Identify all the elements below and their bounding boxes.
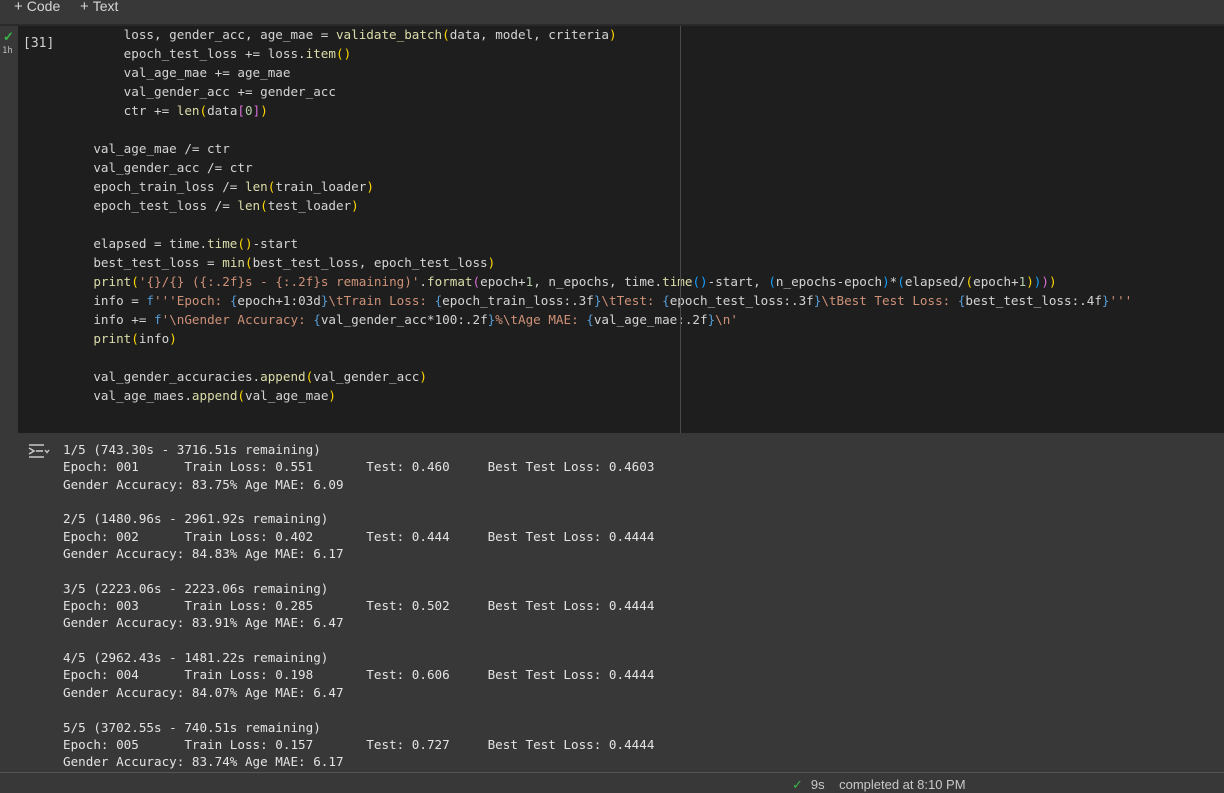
code-line: elapsed = time.time()-start	[63, 236, 299, 251]
run-success-check-icon: ✓	[3, 29, 14, 44]
code-line: best_test_loss = min(best_test_loss, epo…	[63, 255, 496, 270]
ruler-line	[680, 26, 681, 433]
output-line: 3/5 (2223.06s - 2223.06s remaining)	[63, 581, 329, 596]
code-line: val_gender_acc += gender_acc	[63, 84, 336, 99]
code-line: val_gender_accuracies.append(val_gender_…	[63, 369, 427, 384]
code-line: info += f'\nGender Accuracy: {val_gender…	[63, 312, 738, 327]
code-line: val_age_mae += age_mae	[63, 65, 291, 80]
code-editor[interactable]: loss, gender_acc, age_mae = validate_bat…	[18, 26, 1224, 433]
output-toggle-icon[interactable]	[28, 442, 50, 460]
output-line: Gender Accuracy: 83.91% Age MAE: 6.47	[63, 615, 344, 630]
add-code-label: Code	[26, 0, 61, 14]
output-line: 1/5 (743.30s - 3716.51s remaining)	[63, 442, 321, 457]
code-line: val_age_maes.append(val_age_mae)	[63, 388, 336, 403]
plus-icon: +	[80, 0, 89, 15]
code-line: val_gender_acc /= ctr	[63, 160, 253, 175]
run-cell-button[interactable]: [31]	[23, 36, 54, 51]
output-line: 2/5 (1480.96s - 2961.92s remaining)	[63, 511, 329, 526]
output-line: Gender Accuracy: 83.75% Age MAE: 6.09	[63, 477, 344, 492]
status-divider	[0, 772, 1224, 773]
code-line: info = f'''Epoch: {epoch+1:03d}\tTrain L…	[63, 293, 1133, 308]
output-line: Gender Accuracy: 84.07% Age MAE: 6.47	[63, 685, 344, 700]
code-line: epoch_test_loss /= len(test_loader)	[63, 198, 359, 213]
plus-icon: +	[14, 0, 23, 15]
code-line: print('{}/{} ({:.2f}s - {:.2f}s remainin…	[93, 274, 1057, 289]
output-line: 4/5 (2962.43s - 1481.22s remaining)	[63, 650, 329, 665]
status-duration: 9s	[810, 777, 825, 792]
add-text-button[interactable]: + Text	[80, 0, 118, 15]
add-text-label: Text	[92, 0, 119, 14]
status-check-icon: ✓	[792, 777, 803, 792]
execution-time: 1h	[2, 46, 13, 56]
output-line: 5/5 (3702.55s - 740.51s remaining)	[63, 720, 321, 735]
add-code-button[interactable]: + Code	[14, 0, 60, 15]
output-line: Gender Accuracy: 84.83% Age MAE: 6.17	[63, 546, 344, 561]
output-line: Epoch: 004 Train Loss: 0.198 Test: 0.606…	[63, 667, 655, 682]
notebook-toolbar: + Code + Text	[0, 0, 1224, 24]
code-line: ctr += len(data[0])	[63, 103, 268, 118]
output-line: Epoch: 001 Train Loss: 0.551 Test: 0.460…	[63, 459, 655, 474]
code-line: val_age_mae /= ctr	[63, 141, 230, 156]
output-line: Epoch: 003 Train Loss: 0.285 Test: 0.502…	[63, 598, 655, 613]
output-line: Epoch: 002 Train Loss: 0.402 Test: 0.444…	[63, 529, 655, 544]
status-bar: ✓ 9s completed at 8:10 PM	[792, 777, 966, 793]
code-line: loss, gender_acc, age_mae = validate_bat…	[63, 27, 617, 42]
code-line: print(info)	[93, 331, 177, 346]
code-line: epoch_train_loss /= len(train_loader)	[63, 179, 374, 194]
output-line: Gender Accuracy: 83.74% Age MAE: 6.17	[63, 754, 344, 769]
status-completed: completed at 8:10 PM	[839, 777, 966, 792]
output-line: Epoch: 005 Train Loss: 0.157 Test: 0.727…	[63, 737, 655, 752]
code-line: epoch_test_loss += loss.item()	[63, 46, 352, 61]
